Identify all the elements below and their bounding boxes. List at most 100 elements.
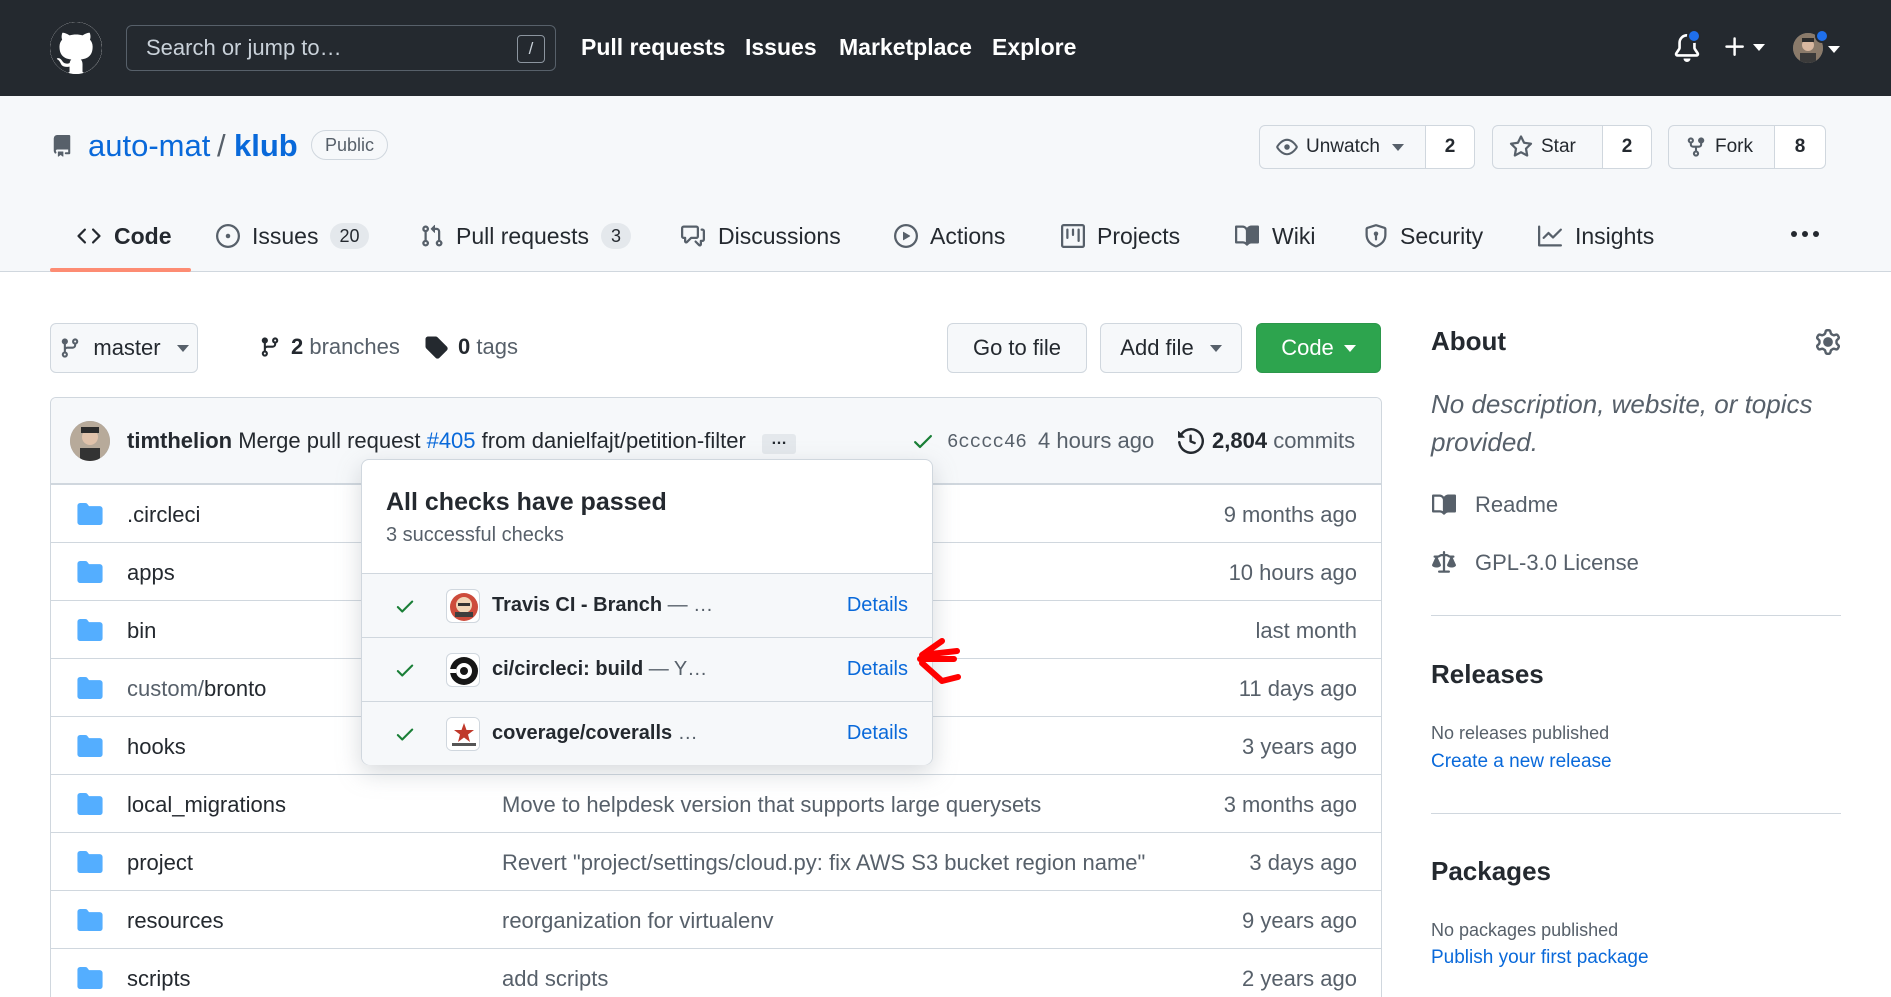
folder-icon xyxy=(77,851,103,878)
notification-dot xyxy=(1687,29,1701,43)
folder-icon xyxy=(77,793,103,820)
commit-author[interactable]: timthelion xyxy=(127,428,232,453)
check-icon[interactable] xyxy=(911,429,935,453)
file-name-link[interactable]: local_migrations xyxy=(127,792,286,818)
commits-link[interactable]: 2,804 commits xyxy=(1212,428,1355,454)
file-name[interactable]: scripts xyxy=(127,966,191,991)
commit-sha-link[interactable]: 6cccc46 xyxy=(947,431,1027,453)
table-row: local_migrations Move to helpdesk version… xyxy=(51,774,1381,832)
file-name[interactable]: hooks xyxy=(127,734,186,759)
check-row: Travis CI - Branch — … Details xyxy=(362,573,932,637)
code-button[interactable]: Code xyxy=(1256,323,1381,373)
branch-select-button[interactable]: master xyxy=(50,323,198,373)
kebab-horizontal-icon[interactable] xyxy=(1788,219,1822,249)
repo-owner-link[interactable]: auto-mat xyxy=(88,128,210,164)
file-name[interactable]: .circleci xyxy=(127,502,200,527)
forks-count[interactable]: 8 xyxy=(1775,126,1825,168)
file-commit-message[interactable]: reorganization for virtualenv xyxy=(502,908,773,934)
check-name: coverage/coveralls xyxy=(492,722,673,744)
commit-author-avatar[interactable] xyxy=(70,421,110,461)
tab-actions[interactable]: Actions xyxy=(894,216,1005,256)
folder-icon xyxy=(77,503,103,530)
go-to-file-button[interactable]: Go to file xyxy=(947,323,1087,373)
nav-issues[interactable]: Issues xyxy=(745,34,817,61)
tab-discussions-label: Discussions xyxy=(718,222,841,249)
nav-pull-requests[interactable]: Pull requests xyxy=(581,34,725,61)
file-commit-age: 3 days ago xyxy=(1249,850,1357,875)
repo-path-separator: / xyxy=(217,128,226,163)
branches-count: 2 xyxy=(291,334,304,359)
file-name-link[interactable]: resources xyxy=(127,908,224,934)
tab-issues[interactable]: Issues 20 xyxy=(216,216,369,256)
check-details-link[interactable]: Details xyxy=(847,658,908,681)
file-commit-message[interactable]: Revert "project/settings/cloud.py: fix A… xyxy=(502,850,1145,876)
file-name-link[interactable]: custom/bronto xyxy=(127,676,266,702)
table-row: scripts add scripts 2 years ago xyxy=(51,948,1381,997)
commit-message-suffix[interactable]: from danielfajt/petition-filter xyxy=(482,428,746,453)
file-name[interactable]: local_migrations xyxy=(127,792,286,817)
tab-pull-requests[interactable]: Pull requests 3 xyxy=(420,216,631,256)
file-path-prefix[interactable]: custom/ xyxy=(127,676,204,701)
unwatch-button[interactable]: Unwatch xyxy=(1260,126,1426,168)
commit-message-prefix[interactable]: Merge pull request xyxy=(238,428,420,453)
fork-button-group: Fork 8 xyxy=(1668,125,1826,169)
file-commit-age: last month xyxy=(1255,618,1358,643)
global-header: / Pull requests Issues Marketplace Explo… xyxy=(0,0,1891,96)
repo-icon xyxy=(53,135,71,157)
expand-commit-message-button[interactable]: … xyxy=(762,432,796,454)
file-name[interactable]: bin xyxy=(127,618,156,643)
nav-explore[interactable]: Explore xyxy=(992,34,1076,61)
file-name-link[interactable]: project xyxy=(127,850,193,876)
about-description: No description, website, or topics provi… xyxy=(1431,389,1813,457)
tab-security[interactable]: Security xyxy=(1364,216,1483,256)
coveralls-icon xyxy=(446,717,480,751)
plus-icon[interactable] xyxy=(1722,34,1748,60)
releases-heading[interactable]: Releases xyxy=(1431,659,1544,690)
repo-name-link[interactable]: klub xyxy=(234,128,298,164)
tab-wiki[interactable]: Wiki xyxy=(1234,216,1315,256)
readme-link[interactable]: Readme xyxy=(1431,492,1558,518)
file-name[interactable]: project xyxy=(127,850,193,875)
search-input[interactable] xyxy=(127,26,555,70)
add-file-button[interactable]: Add file xyxy=(1100,323,1242,373)
tab-discussions[interactable]: Discussions xyxy=(680,216,841,256)
github-logo-icon[interactable] xyxy=(50,22,102,74)
branches-label: branches xyxy=(309,334,400,359)
publish-package-link[interactable]: Publish your first package xyxy=(1431,947,1649,969)
file-name[interactable]: bronto xyxy=(204,676,266,701)
watchers-count[interactable]: 2 xyxy=(1426,126,1474,168)
file-name[interactable]: apps xyxy=(127,560,175,585)
branches-link[interactable]: 2 branches xyxy=(259,334,400,360)
create-release-link[interactable]: Create a new release xyxy=(1431,751,1612,773)
file-commit-message[interactable]: add scripts xyxy=(502,966,608,992)
code-button-label: Code xyxy=(1281,335,1334,360)
gear-icon[interactable] xyxy=(1815,329,1841,355)
file-name-link[interactable]: apps xyxy=(127,560,175,586)
watch-button-group: Unwatch 2 xyxy=(1259,125,1475,169)
star-button[interactable]: Star xyxy=(1493,126,1603,168)
tags-link[interactable]: 0 tags xyxy=(424,334,518,360)
fork-button[interactable]: Fork xyxy=(1669,126,1775,168)
file-name-link[interactable]: .circleci xyxy=(127,502,200,528)
commit-pr-link[interactable]: #405 xyxy=(427,428,476,453)
packages-heading[interactable]: Packages xyxy=(1431,856,1551,887)
file-name[interactable]: resources xyxy=(127,908,224,933)
tab-code[interactable]: Code xyxy=(76,216,172,256)
history-icon xyxy=(1178,428,1204,454)
checks-popover: All checks have passed 3 successful chec… xyxy=(361,459,933,765)
stars-count[interactable]: 2 xyxy=(1603,126,1651,168)
file-name-link[interactable]: hooks xyxy=(127,734,186,760)
check-details-link[interactable]: Details xyxy=(847,594,908,617)
check-details-link[interactable]: Details xyxy=(847,722,908,745)
search-box[interactable]: / xyxy=(126,25,556,71)
tab-insights[interactable]: Insights xyxy=(1537,216,1654,256)
chevron-down-icon xyxy=(1828,46,1840,53)
file-name-link[interactable]: scripts xyxy=(127,966,191,992)
file-name-link[interactable]: bin xyxy=(127,618,156,644)
nav-marketplace[interactable]: Marketplace xyxy=(839,34,972,61)
license-link[interactable]: GPL-3.0 License xyxy=(1431,550,1639,576)
file-commit-message[interactable]: Move to helpdesk version that supports l… xyxy=(502,792,1041,818)
license-label: GPL-3.0 License xyxy=(1475,550,1639,575)
tab-projects[interactable]: Projects xyxy=(1061,216,1180,256)
check-icon xyxy=(396,664,414,677)
